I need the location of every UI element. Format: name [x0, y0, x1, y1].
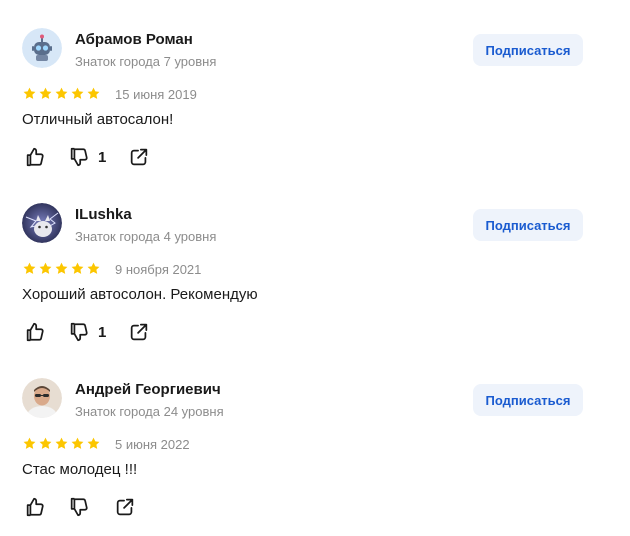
like-button[interactable]	[24, 146, 46, 168]
star-icon	[87, 437, 100, 449]
star-icon	[39, 262, 52, 274]
dislike-count: 1	[98, 148, 107, 166]
subscribe-button[interactable]: Подписаться	[473, 384, 583, 416]
author-name[interactable]: ILushka	[75, 206, 132, 223]
review-card: Андрей Георгиевич Знаток города 24 уровн…	[0, 350, 630, 525]
thumbs-down-icon	[70, 147, 88, 167]
star-icon	[39, 87, 52, 99]
star-icon	[55, 87, 68, 99]
dislike-button[interactable]	[68, 496, 98, 518]
dislike-button[interactable]: 1	[68, 321, 106, 343]
author-name[interactable]: Абрамов Роман	[75, 31, 193, 48]
share-icon	[116, 498, 134, 516]
subscribe-button[interactable]: Подписаться	[473, 34, 583, 66]
star-icon	[55, 437, 68, 449]
star-icon	[71, 437, 84, 449]
thumbs-down-icon	[70, 497, 88, 517]
rating-stars	[22, 261, 101, 276]
dislike-button[interactable]: 1	[68, 146, 106, 168]
star-icon	[23, 437, 36, 449]
share-icon	[130, 323, 148, 341]
robot-avatar-icon[interactable]	[22, 28, 62, 68]
subscribe-button[interactable]: Подписаться	[473, 209, 583, 241]
star-icon	[87, 87, 100, 99]
star-icon	[71, 87, 84, 99]
review-text: Хороший автосолон. Рекомендую	[22, 286, 258, 303]
star-icon	[23, 262, 36, 274]
photo-avatar-icon[interactable]	[22, 378, 62, 418]
author-level: Знаток города 7 уровня	[75, 54, 217, 69]
share-icon	[130, 148, 148, 166]
review-date: 15 июня 2019	[115, 87, 197, 102]
photo-avatar-icon[interactable]	[22, 203, 62, 243]
like-button[interactable]	[24, 321, 46, 343]
star-icon	[55, 262, 68, 274]
thumbs-up-icon	[26, 147, 44, 167]
author-name[interactable]: Андрей Георгиевич	[75, 381, 221, 398]
star-icon	[87, 262, 100, 274]
star-icon	[23, 87, 36, 99]
thumbs-down-icon	[70, 322, 88, 342]
share-button[interactable]	[128, 321, 150, 343]
like-button[interactable]	[24, 496, 46, 518]
rating-stars	[22, 86, 101, 101]
thumbs-up-icon	[26, 322, 44, 342]
review-date: 9 ноября 2021	[115, 262, 202, 277]
review-card: ILushka Знаток города 4 уровня Подписать…	[0, 175, 630, 350]
thumbs-up-icon	[26, 497, 44, 517]
star-icon	[39, 437, 52, 449]
author-level: Знаток города 24 уровня	[75, 404, 224, 419]
share-button[interactable]	[128, 146, 150, 168]
review-date: 5 июня 2022	[115, 437, 190, 452]
share-button[interactable]	[114, 496, 136, 518]
review-text: Отличный автосалон!	[22, 111, 174, 128]
review-card: Абрамов Роман Знаток города 7 уровня Под…	[0, 0, 630, 175]
dislike-count: 1	[98, 323, 107, 341]
review-text: Стас молодец !!!	[22, 461, 138, 478]
author-level: Знаток города 4 уровня	[75, 229, 217, 244]
rating-stars	[22, 436, 101, 451]
star-icon	[71, 262, 84, 274]
